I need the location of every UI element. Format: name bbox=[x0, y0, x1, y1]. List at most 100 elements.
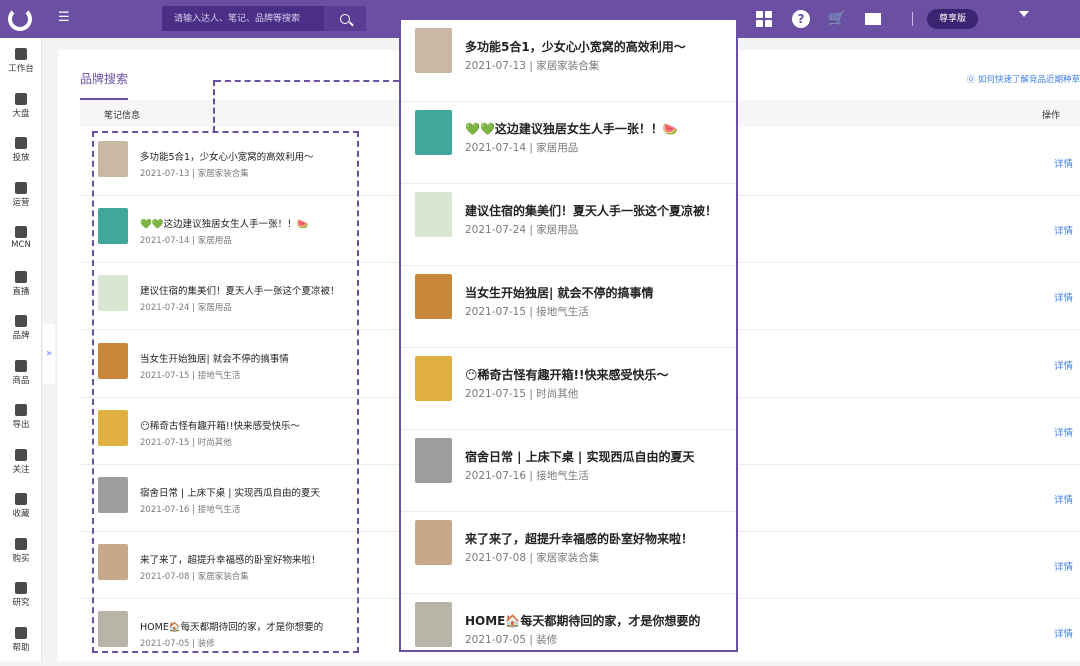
list-item: 多功能5合1，少女心小宽窝的高效利用～ 2021-07-13 | 家居家装合集 bbox=[401, 20, 736, 102]
grid-icon[interactable] bbox=[755, 10, 773, 28]
menu-icon[interactable]: ☰ bbox=[58, 11, 72, 25]
note-date: 2021-07-15 bbox=[465, 388, 527, 400]
note-category: 装修 bbox=[536, 634, 558, 646]
connector-line bbox=[215, 80, 399, 82]
detail-link[interactable]: 详情 bbox=[1054, 290, 1073, 304]
sidebar-item[interactable]: 品牌 bbox=[0, 311, 42, 351]
sidebar-item-label: MCN bbox=[11, 240, 31, 250]
note-thumbnail[interactable] bbox=[415, 520, 452, 565]
sidebar-item-label: 直播 bbox=[12, 286, 30, 297]
column-operation: 操作 bbox=[1041, 111, 1060, 121]
note-date: 2021-07-05 bbox=[465, 634, 527, 646]
sidebar-item[interactable]: 研究 bbox=[0, 578, 42, 618]
sidebar-item-label: 购买 bbox=[12, 553, 30, 564]
list-item: 来了来了，超提升幸福感的卧室好物来啦！ 2021-07-08 | 家居家装合集 bbox=[401, 512, 736, 594]
note-title[interactable]: 当女生开始独居| 就会不停的搞事情 bbox=[465, 284, 654, 301]
note-meta: 2021-07-08 | 家居家装合集 bbox=[465, 552, 600, 564]
note-date: 2021-07-08 bbox=[465, 552, 527, 564]
note-thumbnail[interactable] bbox=[415, 602, 452, 647]
sidebar-item[interactable]: 直播 bbox=[0, 267, 42, 307]
note-category: 接地气生活 bbox=[536, 306, 589, 318]
logo-icon[interactable] bbox=[8, 7, 32, 31]
note-category: 家居家装合集 bbox=[536, 60, 600, 72]
detail-link[interactable]: 详情 bbox=[1054, 425, 1073, 439]
sidebar-item[interactable]: 购买 bbox=[0, 534, 42, 574]
sidebar-item-label: 关注 bbox=[12, 464, 30, 475]
search-button[interactable] bbox=[324, 6, 366, 31]
note-meta: 2021-07-13 | 家居家装合集 bbox=[465, 60, 600, 72]
sidebar-item[interactable]: 工作台 bbox=[0, 44, 42, 84]
note-meta: 2021-07-15 | 时尚其他 bbox=[465, 388, 579, 400]
chevron-down-icon[interactable] bbox=[1019, 11, 1029, 17]
sidebar: 工作台大盘投放运营 MCN 直播品牌商品导出关注收藏购买研究帮助 bbox=[0, 38, 42, 661]
sidebar-item-label: 运营 bbox=[12, 197, 30, 208]
cart-icon[interactable]: 🛒 bbox=[828, 10, 846, 28]
note-date: 2021-07-24 bbox=[465, 224, 527, 236]
search-input[interactable] bbox=[162, 6, 326, 31]
note-title[interactable]: 多功能5合1，少女心小宽窝的高效利用～ bbox=[465, 38, 686, 55]
list-item: 😶稀奇古怪有趣开箱!!快来感受快乐～ 2021-07-15 | 时尚其他 bbox=[401, 348, 736, 430]
video-icon bbox=[15, 270, 27, 283]
detail-link[interactable]: 详情 bbox=[1054, 358, 1073, 372]
note-title[interactable]: 💚💚这边建议独居女生人手一张！！🍉 bbox=[465, 120, 678, 137]
detail-link[interactable]: 详情 bbox=[1054, 223, 1073, 237]
sidebar-item[interactable]: 关注 bbox=[0, 445, 42, 485]
bag-icon bbox=[15, 359, 27, 372]
note-date: 2021-07-14 bbox=[465, 142, 527, 154]
sidebar-item[interactable]: 帮助 bbox=[0, 623, 42, 663]
note-title[interactable]: 😶稀奇古怪有趣开箱!!快来感受快乐～ bbox=[465, 366, 668, 383]
cart-icon bbox=[15, 537, 27, 550]
pie-icon bbox=[15, 92, 27, 105]
sidebar-item[interactable]: 运营 bbox=[0, 178, 42, 218]
highlight-box bbox=[92, 131, 359, 653]
list-item: 建议住宿的集美们！夏天人手一张这个夏凉被！ 2021-07-24 | 家居用品 bbox=[401, 184, 736, 266]
note-thumbnail[interactable] bbox=[415, 28, 452, 73]
note-category: 家居家装合集 bbox=[536, 552, 600, 564]
tab-brand-search[interactable]: 品牌搜索 bbox=[80, 70, 128, 87]
note-title[interactable]: 建议住宿的集美们！夏天人手一张这个夏凉被！ bbox=[465, 202, 717, 219]
sidebar-item-label: 帮助 bbox=[12, 642, 30, 653]
connector-line bbox=[213, 80, 215, 132]
note-meta: 2021-07-05 | 装修 bbox=[465, 634, 558, 646]
sidebar-item[interactable]: 导出 bbox=[0, 400, 42, 440]
help-icon[interactable]: ? bbox=[792, 10, 810, 28]
detail-link[interactable]: 详情 bbox=[1054, 626, 1073, 640]
note-thumbnail[interactable] bbox=[415, 438, 452, 483]
note-thumbnail[interactable] bbox=[415, 192, 452, 237]
flask-icon bbox=[15, 582, 27, 594]
note-title[interactable]: HOME🏠每天都期待回的家，才是你想要的 bbox=[465, 612, 700, 629]
mail-icon[interactable] bbox=[865, 10, 883, 28]
sidebar-item-label: 商品 bbox=[12, 375, 30, 386]
note-thumbnail[interactable] bbox=[415, 110, 452, 155]
export-icon bbox=[15, 404, 27, 416]
list-item: 当女生开始独居| 就会不停的搞事情 2021-07-15 | 接地气生活 bbox=[401, 266, 736, 348]
sidebar-item-label: 工作台 bbox=[8, 64, 34, 74]
help-icon bbox=[15, 626, 27, 639]
list-item: 宿舍日常 | 上床下桌 | 实现西瓜自由的夏天 2021-07-16 | 接地气生… bbox=[401, 430, 736, 512]
detail-link[interactable]: 详情 bbox=[1054, 559, 1073, 573]
detail-link[interactable]: 详情 bbox=[1054, 156, 1073, 170]
brand-icon bbox=[15, 315, 27, 327]
sidebar-item-label: 大盘 bbox=[12, 108, 30, 119]
eye-icon bbox=[15, 448, 27, 461]
sidebar-item-label: 投放 bbox=[12, 153, 30, 163]
detail-link[interactable]: 详情 bbox=[1054, 492, 1073, 506]
sidebar-item[interactable]: MCN bbox=[0, 222, 42, 262]
folder-icon bbox=[15, 137, 27, 149]
note-title[interactable]: 来了来了，超提升幸福感的卧室好物来啦！ bbox=[465, 530, 693, 547]
vip-badge[interactable]: 尊享版 bbox=[927, 9, 978, 29]
column-note-info: 笔记信息 bbox=[104, 111, 141, 121]
sidebar-item[interactable]: 大盘 bbox=[0, 89, 42, 129]
note-category: 家居用品 bbox=[536, 142, 579, 154]
help-link[interactable]: ⓪ 如何快速了解竞品近期种草 bbox=[967, 73, 1080, 85]
building-icon bbox=[15, 226, 27, 238]
note-title[interactable]: 宿舍日常 | 上床下桌 | 实现西瓜自由的夏天 bbox=[465, 448, 694, 465]
sidebar-item[interactable]: 投放 bbox=[0, 133, 42, 173]
note-thumbnail[interactable] bbox=[415, 356, 452, 401]
search-icon bbox=[340, 13, 350, 24]
sidebar-item[interactable]: 商品 bbox=[0, 356, 42, 396]
sidebar-expand-button[interactable]: » bbox=[43, 324, 55, 384]
sidebar-item[interactable]: 收藏 bbox=[0, 489, 42, 529]
note-date: 2021-07-15 bbox=[465, 306, 527, 318]
note-thumbnail[interactable] bbox=[415, 274, 452, 319]
